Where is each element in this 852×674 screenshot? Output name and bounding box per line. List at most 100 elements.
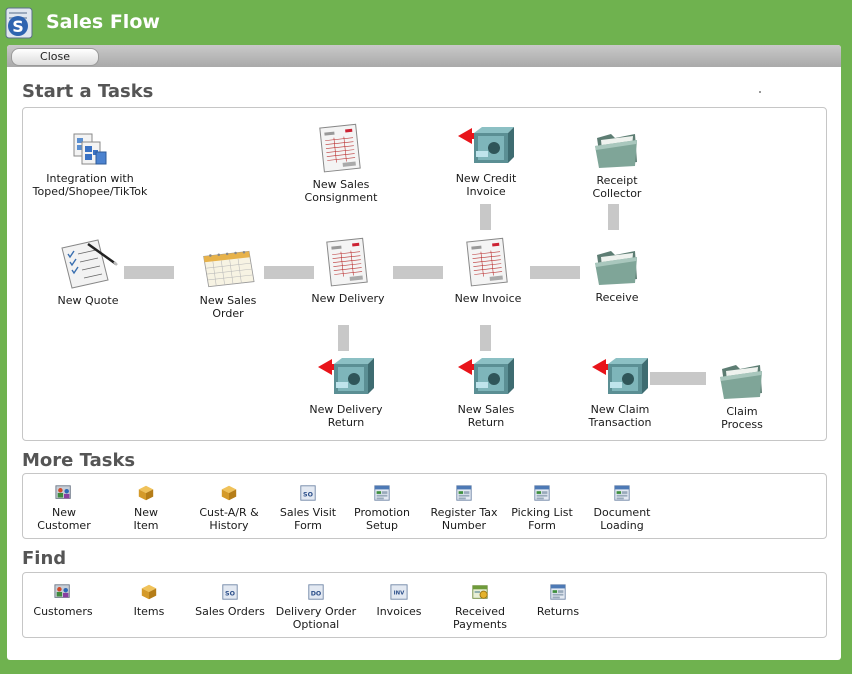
find-returns[interactable]: Returns	[513, 583, 603, 618]
find-returns-label: Returns	[536, 605, 580, 618]
form-icon	[613, 484, 631, 502]
find-invoices[interactable]: INV Invoices	[354, 583, 444, 618]
connector-invoice-return	[480, 325, 491, 351]
form-icon	[373, 484, 391, 502]
connector-delivery-return	[338, 325, 349, 351]
flow-new-sales-return[interactable]: New Sales Return	[426, 355, 546, 429]
delivery-document-icon	[324, 236, 372, 288]
svg-text:DO: DO	[311, 591, 322, 598]
find-customers[interactable]: Customers	[18, 583, 108, 618]
flow-consignment-label: New Sales Consignment	[304, 178, 378, 204]
form-icon	[455, 484, 473, 502]
find-delivery-order-optional[interactable]: DO Delivery Order Optional	[271, 583, 361, 631]
flow-new-sales-consignment[interactable]: New Sales Consignment	[281, 122, 401, 204]
task-promotion-setup-label: Promotion Setup	[354, 506, 410, 532]
claim-process-folder-icon	[718, 357, 766, 401]
flow-new-credit-invoice[interactable]: New Credit Invoice	[426, 124, 546, 198]
task-document-loading-label: Document Loading	[593, 506, 651, 532]
window-title: Sales Flow	[46, 11, 160, 33]
invoice-document-icon	[464, 236, 512, 288]
task-document-loading[interactable]: Document Loading	[577, 484, 667, 532]
flow-sales-order-label: New Sales Order	[199, 294, 257, 320]
find-received-payments-label: Received Payments	[453, 605, 507, 631]
credit-invoice-safe-icon	[456, 124, 516, 168]
so-form-icon: SO	[300, 485, 316, 501]
connector-collector-receive	[608, 204, 619, 230]
task-cust-ar-history[interactable]: Cust-A/R & History	[184, 484, 274, 532]
task-promotion-setup[interactable]: Promotion Setup	[337, 484, 427, 532]
task-picking-list-form[interactable]: Picking List Form	[497, 484, 587, 532]
task-new-customer[interactable]: New Customer	[19, 484, 109, 532]
form-icon	[533, 484, 551, 502]
title-bar: S Sales Flow	[0, 0, 852, 44]
item-box-icon	[137, 484, 155, 502]
find-delivery-order-optional-label: Delivery Order Optional	[275, 605, 357, 631]
flow-receipt-collector[interactable]: Receipt Collector	[557, 126, 677, 200]
flow-new-delivery-return[interactable]: New Delivery Return	[286, 355, 406, 429]
section-title-start-tasks: Start a Tasks	[22, 81, 154, 102]
section-title-more-tasks: More Tasks	[22, 450, 136, 471]
do-form-icon: DO	[308, 584, 324, 600]
flow-integration[interactable]: Integration with Toped/Shopee/TikTok	[30, 132, 150, 198]
flow-delivery-label: New Delivery	[311, 292, 385, 305]
flow-sales-return-label: New Sales Return	[457, 403, 515, 429]
claim-transaction-safe-icon	[590, 355, 650, 399]
task-new-item-label: New Item	[133, 506, 159, 532]
find-customers-label: Customers	[33, 605, 93, 618]
form-icon	[549, 583, 567, 601]
find-received-payments[interactable]: Received Payments	[435, 583, 525, 631]
flow-new-quote[interactable]: New Quote	[28, 238, 148, 307]
quote-checklist-icon	[58, 238, 118, 290]
svg-text:S: S	[12, 17, 24, 36]
item-box-icon	[220, 484, 238, 502]
toolbar: Close	[7, 45, 841, 67]
flow-receive[interactable]: Receive	[557, 243, 677, 304]
receipt-collector-folder-icon	[593, 126, 641, 170]
svg-text:SO: SO	[303, 492, 314, 499]
flow-quote-label: New Quote	[57, 294, 119, 307]
delivery-return-safe-icon	[316, 355, 376, 399]
flow-new-claim-transaction[interactable]: New Claim Transaction	[560, 355, 680, 429]
payment-icon	[471, 583, 489, 601]
flow-integration-label: Integration with Toped/Shopee/TikTok	[32, 172, 148, 198]
flow-new-sales-order[interactable]: New Sales Order	[168, 248, 288, 320]
connector-credit-invoice	[480, 204, 491, 230]
item-box-icon	[140, 583, 158, 601]
integration-icon	[70, 132, 110, 168]
task-picking-list-form-label: Picking List Form	[511, 506, 573, 532]
receive-folder-icon	[593, 243, 641, 287]
find-items-label: Items	[133, 605, 165, 618]
flow-claim-transaction-label: New Claim Transaction	[588, 403, 652, 429]
find-sales-orders-label: Sales Orders	[195, 605, 265, 618]
customer-icon	[55, 484, 73, 502]
flow-receipt-collector-label: Receipt Collector	[592, 174, 642, 200]
find-sales-orders[interactable]: SO Sales Orders	[185, 583, 275, 618]
consignment-document-icon	[317, 122, 365, 174]
find-items[interactable]: Items	[104, 583, 194, 618]
close-button[interactable]: Close	[11, 48, 99, 66]
flow-claim-process-label: Claim Process	[721, 405, 763, 431]
so-form-icon: SO	[222, 584, 238, 600]
customer-icon	[54, 583, 72, 601]
task-new-customer-label: New Customer	[37, 506, 91, 532]
flow-receive-label: Receive	[595, 291, 639, 304]
flow-new-invoice[interactable]: New Invoice	[428, 236, 548, 305]
app-logo-icon: S	[5, 7, 33, 39]
sales-order-calendar-icon	[193, 248, 263, 290]
task-register-tax-number[interactable]: Register Tax Number	[419, 484, 509, 532]
flow-new-delivery[interactable]: New Delivery	[288, 236, 408, 305]
flow-invoice-label: New Invoice	[454, 292, 522, 305]
find-invoices-label: Invoices	[376, 605, 422, 618]
section-title-find: Find	[22, 548, 67, 569]
svg-text:INV: INV	[394, 591, 405, 597]
flow-credit-invoice-label: New Credit Invoice	[455, 172, 517, 198]
flow-delivery-return-label: New Delivery Return	[309, 403, 383, 429]
inv-form-icon: INV	[390, 584, 408, 600]
flow-claim-process[interactable]: Claim Process	[682, 357, 802, 431]
task-new-item[interactable]: New Item	[101, 484, 191, 532]
task-cust-ar-history-label: Cust-A/R & History	[199, 506, 259, 532]
marker-dot	[759, 91, 761, 93]
svg-text:SO: SO	[225, 591, 236, 598]
task-register-tax-number-label: Register Tax Number	[430, 506, 498, 532]
sales-return-safe-icon	[456, 355, 516, 399]
